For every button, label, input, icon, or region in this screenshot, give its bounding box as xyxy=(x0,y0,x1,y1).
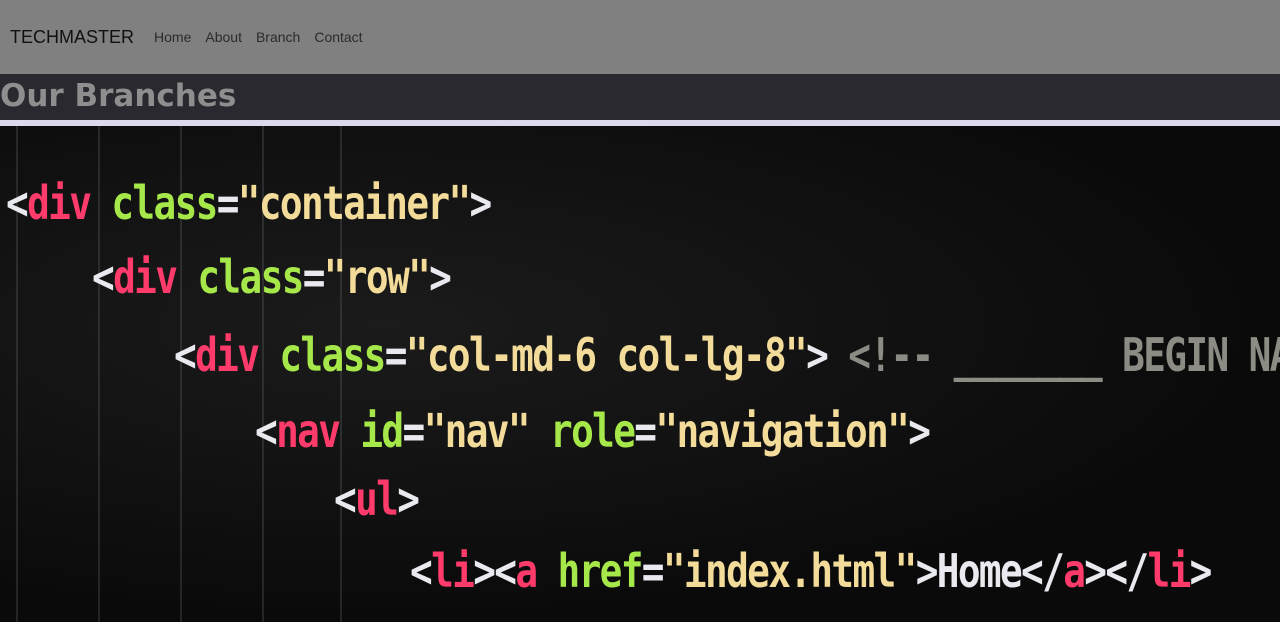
code-token: "navigation" xyxy=(655,404,909,458)
code-token: < xyxy=(410,544,433,598)
code-token: "index.html" xyxy=(662,544,917,598)
code-line: <div class="row"> xyxy=(92,250,452,304)
code-token: "container" xyxy=(237,176,471,230)
code-token: < xyxy=(6,176,29,230)
code-line: <div class="col-md-6 col-lg-8"> <!-- ___… xyxy=(174,328,1280,382)
code-token: id xyxy=(339,404,404,458)
code-token: li xyxy=(431,544,475,598)
code-token: a xyxy=(515,544,538,598)
code-token: href xyxy=(536,544,643,598)
code-token: = xyxy=(634,404,657,458)
code-token: "col-md-6 col-lg-8" xyxy=(405,328,808,382)
code-token: class xyxy=(90,176,218,230)
code-token: div xyxy=(27,176,92,230)
code-token: class xyxy=(258,328,386,382)
code-line: <li><a href="index.html">Home</a></li> xyxy=(410,544,1213,598)
code-line: <nav id="nav" role="navigation"> xyxy=(255,404,931,458)
code-token: > xyxy=(429,250,452,304)
code-token: = xyxy=(641,544,665,598)
code-token: ul xyxy=(355,472,399,526)
nav-links: Home About Branch Contact xyxy=(154,29,363,45)
nav-link-home[interactable]: Home xyxy=(154,29,191,45)
code-token: div xyxy=(195,328,260,382)
code-token: >Home</ xyxy=(915,544,1065,598)
code-token: "nav" xyxy=(423,404,531,458)
code-token: class xyxy=(176,250,304,304)
page-title-bar: Our Branches xyxy=(0,74,1280,120)
top-navbar: TECHMASTER Home About Branch Contact xyxy=(0,0,1280,74)
code-token: > xyxy=(1189,544,1213,598)
code-token: = xyxy=(216,176,240,230)
code-token: >< xyxy=(473,544,517,598)
page-title: Our Branches xyxy=(0,78,237,114)
nav-link-contact[interactable]: Contact xyxy=(314,29,362,45)
code-token: ></ xyxy=(1084,544,1149,598)
code-line: <ul> xyxy=(334,472,420,526)
code-token: = xyxy=(402,404,426,458)
code-line: <div class="container"> xyxy=(6,176,493,230)
code-token: > xyxy=(806,328,829,382)
nav-link-about[interactable]: About xyxy=(205,29,242,45)
code-token: > xyxy=(469,176,493,230)
code-token: role xyxy=(528,404,636,458)
code-token: li xyxy=(1147,544,1192,598)
code-token: = xyxy=(302,250,326,304)
code-token: nav xyxy=(276,404,341,458)
brand-logo-link[interactable]: TECHMASTER xyxy=(10,27,134,48)
nav-link-branch[interactable]: Branch xyxy=(256,29,300,45)
code-token: = xyxy=(384,328,408,382)
code-token: < xyxy=(255,404,278,458)
code-token: > xyxy=(397,472,420,526)
code-token: < xyxy=(174,328,197,382)
code-token: "row" xyxy=(323,250,431,304)
hero-code-image: <div class="container"> <div class="row"… xyxy=(0,126,1280,622)
code-token: a xyxy=(1063,544,1086,598)
code-token: <!-- _______ BEGIN NAVIGATION xyxy=(848,328,1280,382)
code-token: > xyxy=(908,404,931,458)
code-token: < xyxy=(92,250,115,304)
code-token: div xyxy=(113,250,178,304)
code-token: < xyxy=(334,472,357,526)
